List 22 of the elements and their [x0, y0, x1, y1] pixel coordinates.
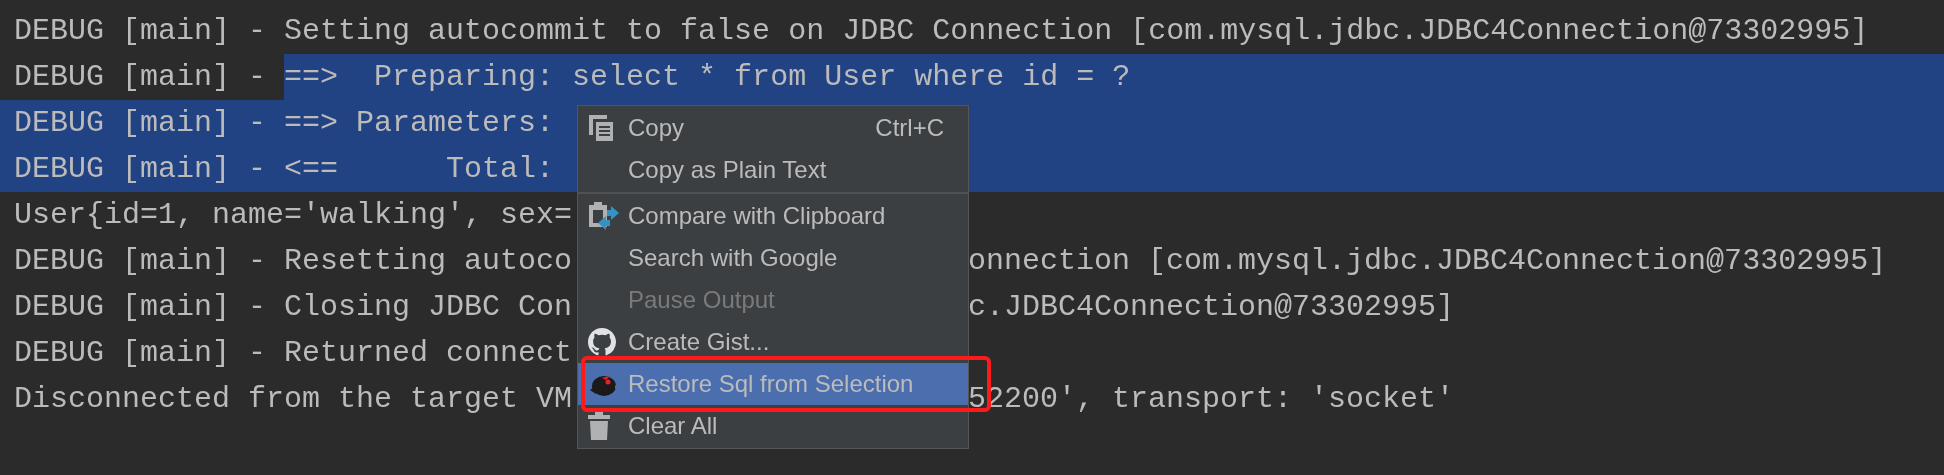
console-line: DEBUG [main] - ==> Parameters:	[13, 105, 555, 142]
clipboard-arrows-icon	[588, 201, 620, 231]
console-line: DEBUG [main] - Returned connect	[13, 335, 573, 372]
menu-item[interactable]: Copy Ctrl+C	[578, 107, 968, 149]
menu-item[interactable]: Compare with Clipboard	[578, 195, 968, 237]
console-line: Disconnected from the target VM	[13, 381, 573, 418]
console-line: DEBUG [main] -	[13, 59, 268, 96]
menu-item[interactable]: Clear All	[578, 405, 968, 447]
menu-item[interactable]: Search with Google	[578, 237, 968, 279]
copy-icon	[588, 114, 614, 142]
console-line: DEBUG [main] - Closing JDBC Con	[13, 289, 573, 326]
menu-item[interactable]: Create Gist...	[578, 321, 968, 363]
console-line: DEBUG [main] - Resetting autoco	[13, 243, 573, 280]
octocat-icon	[588, 328, 616, 356]
selected-text: ==> Preparing: select * from User where id = ?	[284, 54, 1944, 100]
trash-icon	[588, 412, 610, 440]
console-line: c.JDBC4Connection@73302995]	[968, 289, 1455, 326]
menu-item[interactable]: Copy as Plain Text	[578, 149, 968, 191]
console-line: User{id=1, name='walking', sex=	[13, 197, 573, 234]
console-line: onnection [com.mysql.jdbc.JDBC4Connection@73302995]	[968, 243, 1887, 280]
console-line: DEBUG [main] - Setting autocommit to false on JDBC Connection [com.mysql.jdbc.JDBC4Connection@73302995]	[13, 13, 1869, 50]
console-line: DEBUG [main] - <== Total:	[13, 151, 555, 188]
